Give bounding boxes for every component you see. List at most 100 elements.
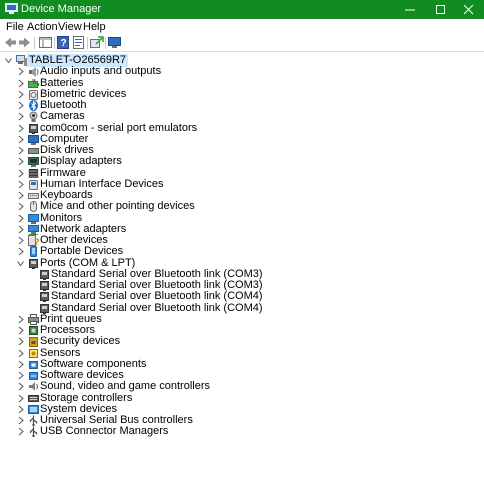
sound-icon: [29, 382, 38, 392]
menu-file[interactable]: File: [6, 21, 24, 33]
expand-arrow[interactable]: [17, 112, 24, 121]
battery-icon: [28, 79, 39, 88]
storage-icon: [28, 394, 39, 402]
minimize-button[interactable]: [395, 0, 425, 19]
computer-icon: [28, 134, 39, 145]
expand-arrow[interactable]: [17, 427, 24, 436]
chevron-right-icon: [18, 169, 24, 177]
chevron-right-icon: [18, 394, 24, 402]
expand-arrow[interactable]: [17, 416, 24, 425]
expand-arrow[interactable]: [17, 225, 24, 234]
expand-arrow[interactable]: [17, 79, 24, 88]
expand-arrow[interactable]: [17, 214, 24, 223]
monitor-icon: [108, 37, 121, 48]
security-icon: [29, 337, 38, 348]
expand-arrow[interactable]: [17, 315, 24, 324]
expand-arrow[interactable]: [17, 180, 24, 189]
serial-port-icon: [39, 291, 50, 303]
svg-text:?: ?: [34, 237, 39, 246]
printer-icon: [28, 313, 39, 325]
back-button[interactable]: [3, 35, 18, 50]
help-button[interactable]: ?: [56, 35, 71, 50]
audio-icon: [28, 66, 39, 78]
computer-icon: [28, 134, 39, 145]
mouse-icon: [28, 201, 39, 213]
close-button[interactable]: [454, 0, 484, 19]
properties-button[interactable]: [71, 35, 86, 50]
forward-button[interactable]: [17, 35, 32, 50]
usb-connector-icon: [29, 426, 38, 438]
title-bar: Device Manager: [0, 0, 484, 19]
tree-category[interactable]: USB Connector Managers: [0, 425, 484, 438]
expand-arrow[interactable]: [17, 191, 24, 200]
software-component-icon: [28, 359, 39, 370]
usb-icon: [29, 415, 38, 427]
menu-action[interactable]: Action: [27, 21, 58, 33]
chevron-right-icon: [18, 236, 24, 245]
expand-arrow[interactable]: [17, 247, 24, 256]
expand-arrow[interactable]: [17, 394, 24, 403]
chevron-right-icon: [18, 225, 24, 234]
expand-arrow[interactable]: [17, 236, 24, 245]
collapse-arrow[interactable]: [17, 259, 24, 268]
expand-arrow[interactable]: [17, 67, 24, 76]
network-icon: [28, 224, 39, 235]
expand-arrow[interactable]: [17, 90, 24, 99]
forward-icon: [19, 37, 30, 48]
expand-arrow[interactable]: [17, 349, 24, 358]
expand-arrow[interactable]: [17, 124, 24, 133]
expand-arrow[interactable]: [17, 202, 24, 211]
help-icon: ?: [57, 36, 69, 49]
expand-arrow[interactable]: [17, 146, 24, 155]
hid-icon: [29, 179, 38, 190]
firmware-icon: [28, 168, 39, 178]
maximize-button[interactable]: [426, 0, 456, 19]
processor-icon: [29, 326, 38, 335]
expand-arrow[interactable]: [17, 169, 24, 178]
firmware-icon: [28, 168, 39, 179]
sensor-icon: [29, 348, 38, 358]
expand-arrow[interactable]: [17, 337, 24, 346]
expand-arrow[interactable]: [17, 326, 24, 335]
chevron-right-icon: [18, 337, 24, 346]
window-title: Device Manager: [21, 3, 102, 15]
show-hide-console-tree-button[interactable]: [38, 35, 53, 50]
audio-icon: [29, 67, 39, 78]
expand-arrow[interactable]: [17, 405, 24, 414]
update-driver-button[interactable]: [89, 35, 104, 50]
camera-icon: [29, 111, 38, 123]
chevron-right-icon: [18, 360, 24, 369]
sensor-icon: [28, 348, 39, 359]
close-icon: [464, 5, 474, 15]
computer-root-icon: [16, 55, 27, 66]
scan-hardware-button[interactable]: [107, 35, 122, 50]
toolbar-separator: [34, 37, 35, 49]
chevron-right-icon: [18, 180, 24, 189]
other-device-icon: ?: [28, 235, 40, 247]
expand-arrow[interactable]: [17, 157, 24, 166]
menu-view[interactable]: View: [58, 21, 82, 33]
chevron-right-icon: [18, 247, 24, 256]
camera-icon: [28, 111, 39, 123]
chevron-right-icon: [18, 382, 24, 391]
chevron-down-icon: [5, 58, 12, 64]
expand-arrow[interactable]: [17, 382, 24, 391]
expand-arrow[interactable]: [17, 360, 24, 369]
collapse-arrow[interactable]: [5, 56, 12, 65]
expand-arrow[interactable]: [17, 371, 24, 380]
menu-help[interactable]: Help: [83, 21, 106, 33]
chevron-right-icon: [18, 202, 24, 211]
chevron-right-icon: [18, 101, 24, 110]
expand-arrow[interactable]: [17, 101, 24, 110]
chevron-right-icon: [18, 349, 24, 357]
software-device-icon: [29, 372, 38, 380]
serial-port-icon: [39, 269, 50, 280]
security-icon: [28, 336, 39, 348]
processor-icon: [28, 325, 39, 336]
chevron-right-icon: [18, 79, 24, 87]
printer-icon: [28, 313, 39, 325]
disk-icon: [28, 145, 39, 156]
software-device-icon: [28, 370, 39, 381]
serial-port-icon: [40, 281, 49, 291]
expand-arrow[interactable]: [17, 135, 24, 144]
